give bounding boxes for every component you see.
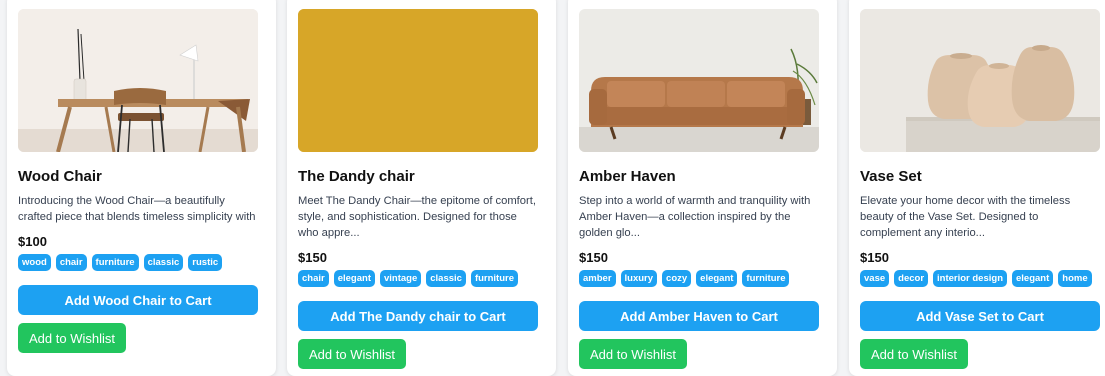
product-description: Meet The Dandy Chair—the epitome of comf… [298, 195, 536, 239]
tag-list: wood chair furniture classic rustic [18, 254, 258, 271]
add-to-wishlist-button[interactable]: Add to Wishlist [298, 339, 406, 369]
tag[interactable]: elegant [333, 270, 375, 287]
tag[interactable]: vase [860, 270, 890, 287]
product-title: The Dandy chair [298, 168, 415, 185]
tag[interactable]: chair [55, 254, 87, 271]
product-description: Elevate your home decor with the timeles… [860, 195, 1071, 239]
product-image-wood-chair[interactable] [18, 9, 258, 152]
product-price: $150 [298, 250, 327, 265]
tag[interactable]: cozy [662, 270, 692, 287]
tag[interactable]: elegant [696, 270, 738, 287]
tag[interactable]: luxury [620, 270, 658, 287]
tag[interactable]: vintage [379, 270, 422, 287]
tag[interactable]: rustic [188, 254, 223, 271]
tag-list: amber luxury cozy elegant furniture [579, 270, 819, 287]
tag[interactable]: chair [298, 270, 329, 287]
product-price: $150 [860, 250, 889, 265]
add-to-cart-button[interactable]: Add Vase Set to Cart [860, 301, 1100, 331]
product-image-dandy-chair[interactable] [298, 9, 538, 152]
product-image-amber-haven[interactable] [579, 9, 819, 152]
add-to-cart-button[interactable]: Add The Dandy chair to Cart [298, 301, 538, 331]
product-price: $100 [18, 234, 47, 249]
product-grid: Wood Chair Introducing the Wood Chair—a … [0, 0, 1105, 376]
product-description: Introducing the Wood Chair—a beautifully… [18, 195, 256, 223]
tag[interactable]: wood [18, 254, 51, 271]
tag[interactable]: home [1058, 270, 1092, 287]
product-image-vase-set[interactable] [860, 9, 1100, 152]
add-to-wishlist-button[interactable]: Add to Wishlist [18, 323, 126, 353]
tag[interactable]: amber [579, 270, 616, 287]
tag[interactable]: classic [426, 270, 466, 287]
add-to-wishlist-button[interactable]: Add to Wishlist [860, 339, 968, 369]
tag[interactable]: furniture [91, 254, 139, 271]
tag[interactable]: furniture [742, 270, 790, 287]
tag[interactable]: elegant [1012, 270, 1054, 287]
tag-list: vase decor interior design elegant home [860, 270, 1100, 287]
tag[interactable]: furniture [470, 270, 519, 287]
product-title: Amber Haven [579, 168, 676, 185]
product-card: Wood Chair Introducing the Wood Chair—a … [7, 0, 276, 376]
tag[interactable]: decor [894, 270, 929, 287]
product-title: Vase Set [860, 168, 922, 185]
product-price: $150 [579, 250, 608, 265]
tag[interactable]: interior design [933, 270, 1007, 287]
add-to-cart-button[interactable]: Add Wood Chair to Cart [18, 285, 258, 315]
product-title: Wood Chair [18, 168, 102, 185]
add-to-cart-button[interactable]: Add Amber Haven to Cart [579, 301, 819, 331]
product-description: Step into a world of warmth and tranquil… [579, 195, 811, 239]
tag-list: chair elegant vintage classic furniture [298, 270, 538, 287]
product-card: The Dandy chair Meet The Dandy Chair—the… [287, 0, 556, 376]
tag[interactable]: classic [143, 254, 184, 271]
product-card: Vase Set Elevate your home decor with th… [849, 0, 1105, 376]
add-to-wishlist-button[interactable]: Add to Wishlist [579, 339, 687, 369]
product-card: Amber Haven Step into a world of warmth … [568, 0, 837, 376]
